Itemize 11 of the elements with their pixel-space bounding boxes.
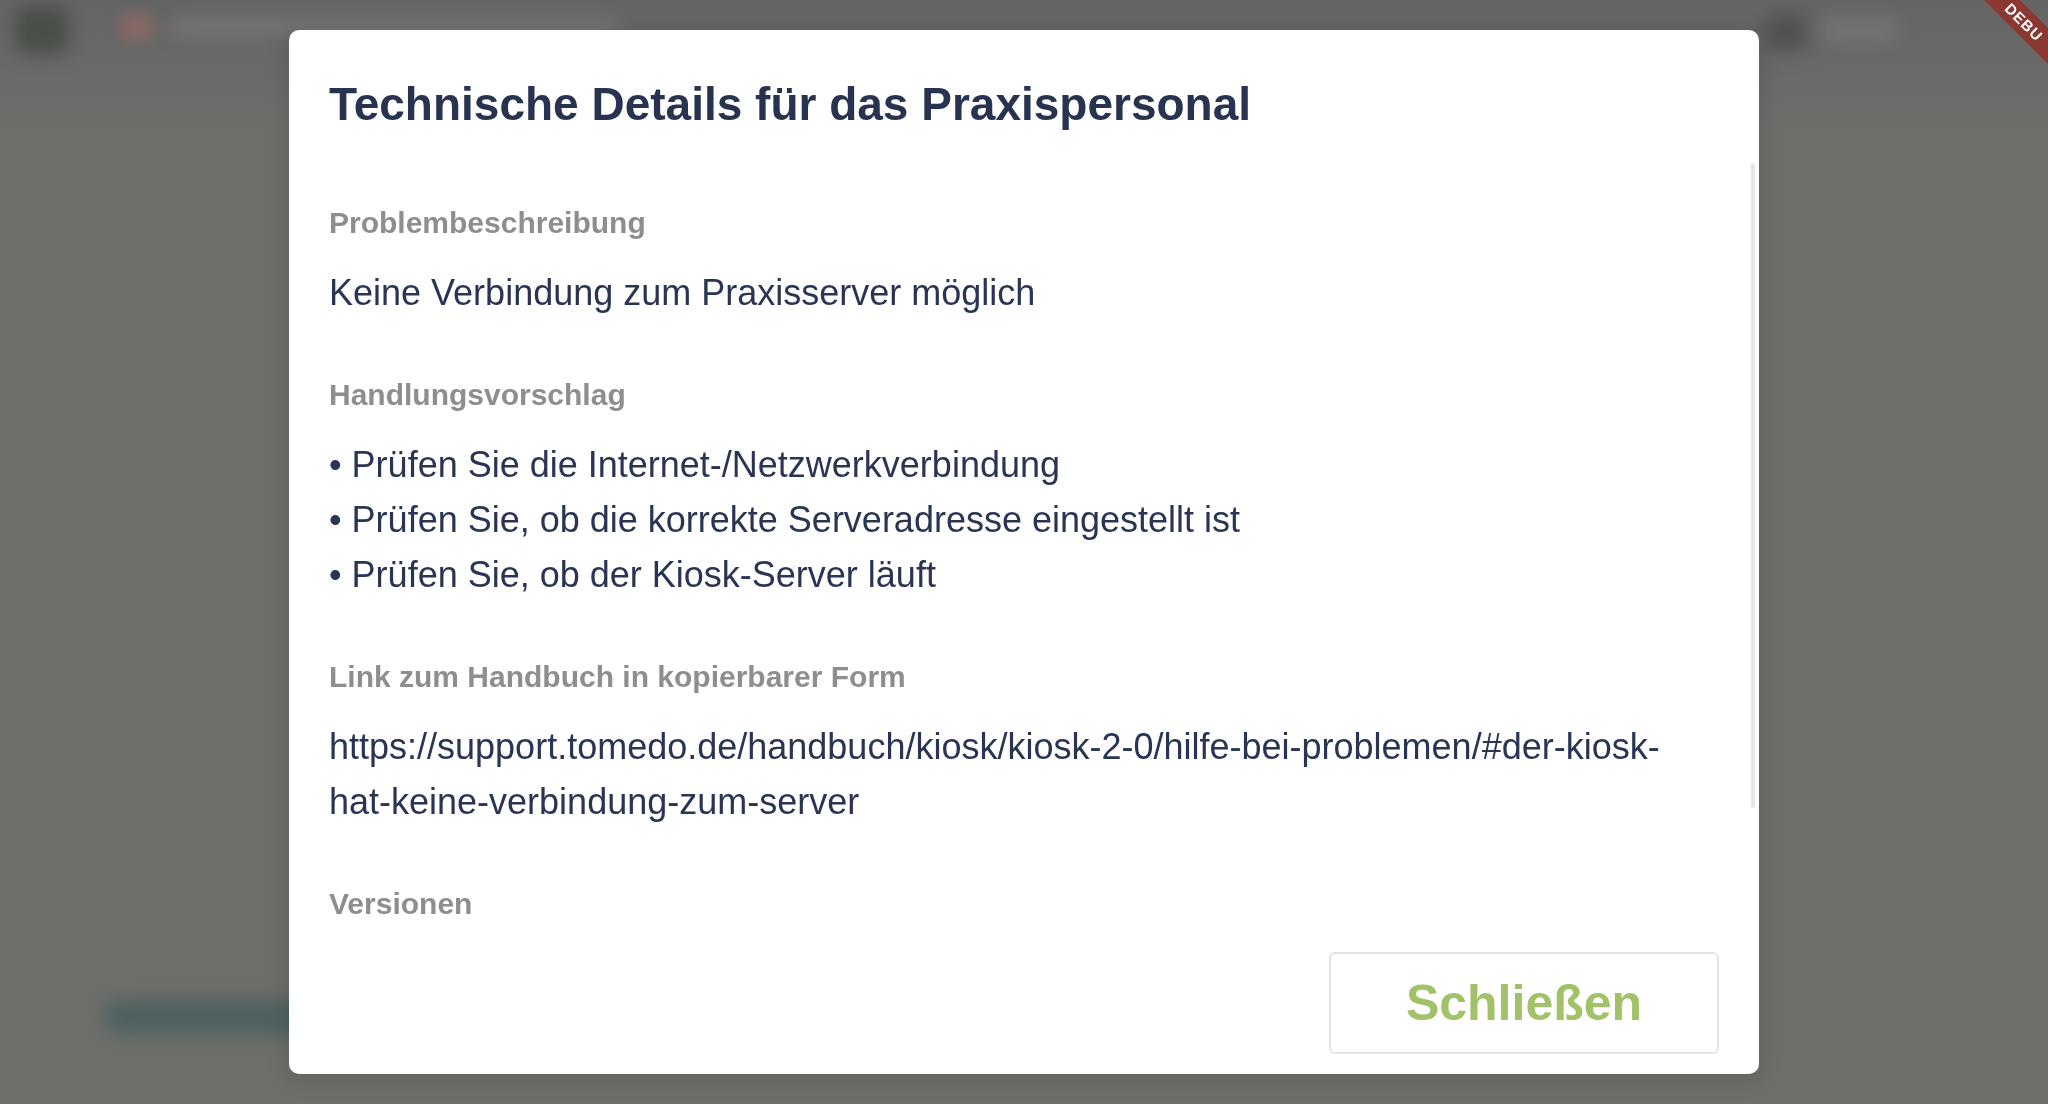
section-text: Keine Verbindung zum Praxisserver möglich [329, 271, 1036, 315]
close-button[interactable]: Schließen [1329, 952, 1719, 1054]
section-heading: Problembeschreibung [329, 205, 646, 241]
dialog-title: Technische Details für das Praxispersonal [329, 77, 1252, 132]
section-heading: Link zum Handbuch in kopierbarer Form [329, 659, 906, 695]
section-text: • Prüfen Sie, ob der Kiosk-Server läuft [329, 553, 936, 597]
section-heading: Versionen [329, 886, 473, 922]
section-text: • Prüfen Sie, ob die korrekte Serveradresse eingestellt ist [329, 498, 1241, 542]
section-text: • Prüfen Sie die Internet-/Netzwerkverbindung [329, 443, 1060, 487]
section-heading: Handlungsvorschlag [329, 377, 626, 413]
section-text: https://support.tomedo.de/handbuch/kiosk/kiosk-2-0/hilfe-bei-problemen/#der-kiosk-hat-keine-verbindung-zum-server [329, 725, 1661, 824]
